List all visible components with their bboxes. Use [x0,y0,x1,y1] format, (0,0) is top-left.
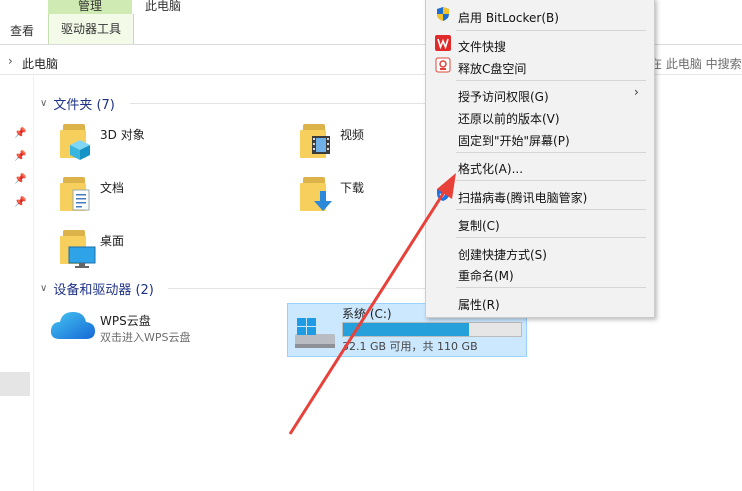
menu-item-format[interactable]: 格式化(A)... [458,160,523,177]
drive-tools-label: 驱动器工具 [60,22,121,36]
pin-icon[interactable]: 📌 [14,151,26,162]
chevron-down-icon: ∨ [40,283,48,294]
wps-cloud-item[interactable]: WPS云盘 双击进入WPS云盘 [50,307,270,351]
section-divider [168,288,430,289]
context-menu: 启用 BitLocker(B) 文件快搜 释放C盘空间 授予访问权限(G) › … [425,0,655,318]
section-divider [130,103,430,104]
menu-separator [456,152,646,153]
folders-section-header[interactable]: ∨ 文件夹 (7) [40,94,115,113]
menu-separator [456,80,646,81]
wps-cloud-icon [50,312,95,339]
menu-item-restore-versions[interactable]: 还原以前的版本(V) [458,110,560,127]
menu-item-properties[interactable]: 属性(R) [458,296,500,313]
folder-label: 下载 [340,181,365,195]
menu-item-bitlocker[interactable]: 启用 BitLocker(B) [458,9,559,26]
windows-drive-icon [295,318,335,348]
folder-item-desktop[interactable]: 桌面 [58,228,268,272]
chevron-right-icon: › [634,85,639,99]
menu-item-free-c-space[interactable]: 释放C盘空间 [458,60,526,77]
drive-c-title: 系统 (C:) [342,307,392,321]
folder-label: 3D 对象 [100,128,145,142]
menu-item-copy[interactable]: 复制(C) [458,217,500,234]
drive-usage-bar [342,322,522,337]
search-input[interactable]: 在 此电脑 中搜索 [650,55,742,72]
folder-item-videos[interactable]: 视频 [298,122,418,166]
menu-separator [456,180,646,181]
menu-item-pin-start[interactable]: 固定到"开始"屏幕(P) [458,132,570,149]
pin-icon[interactable]: 📌 [14,197,26,208]
menu-item-create-shortcut[interactable]: 创建快捷方式(S) [458,246,547,263]
menu-item-grant-access[interactable]: 授予访问权限(G) [458,88,549,105]
folder-downloads-icon [300,177,332,211]
cleanup-icon [435,57,451,73]
wps-cloud-subtitle: 双击进入WPS云盘 [100,331,191,344]
folders-section-title: 文件夹 (7) [53,98,115,113]
folder-item-3d-objects[interactable]: 3D 对象 [58,122,268,166]
menu-separator [456,30,646,31]
menu-separator [456,237,646,238]
menu-separator [456,209,646,210]
folder-label: 文档 [100,181,125,195]
devices-section-title: 设备和驱动器 (2) [53,283,154,298]
breadcrumb[interactable]: 此电脑 [22,55,58,72]
folder-desktop-icon [60,230,96,268]
folder-item-downloads[interactable]: 下载 [298,175,418,219]
menu-item-rename[interactable]: 重命名(M) [458,267,514,284]
pin-icon[interactable]: 📌 [14,128,26,139]
chevron-right-icon[interactable]: › [8,54,13,68]
devices-section-header[interactable]: ∨ 设备和驱动器 (2) [40,279,154,298]
folder-label: 桌面 [100,234,125,248]
window-title: 此电脑 [145,0,182,13]
folder-item-documents[interactable]: 文档 [58,175,268,219]
shield-icon [437,7,449,21]
folder-3d-icon [60,124,90,160]
tab-view[interactable]: 查看 [10,22,34,39]
folder-documents-icon [60,177,90,211]
pin-icon[interactable]: 📌 [14,174,26,185]
tencent-shield-icon [437,187,449,201]
drive-usage-fill [343,323,470,336]
folder-label: 视频 [340,128,365,142]
menu-item-file-search[interactable]: 文件快搜 [458,38,506,55]
menu-separator [456,287,646,288]
folder-video-icon [300,124,330,158]
manage-tab[interactable]: 管理 [48,0,132,14]
drive-c-space: 32.1 GB 可用，共 110 GB [342,340,478,353]
chevron-down-icon: ∨ [40,98,48,109]
menu-item-scan-virus[interactable]: 扫描病毒(腾讯电脑管家) [458,189,587,206]
wps-icon [435,35,451,51]
drive-tools-tab[interactable]: 驱动器工具 [48,14,134,44]
wps-cloud-title: WPS云盘 [100,314,151,328]
nav-selected-item[interactable] [0,372,30,396]
